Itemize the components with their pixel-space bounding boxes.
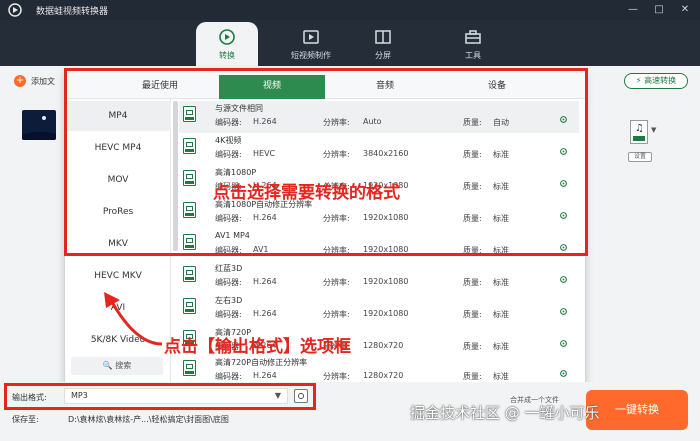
preset-row[interactable]: 左右3D 编码器: H.264 分辨率: 1920x1080 质量: 标准 — [179, 293, 579, 325]
target-format-icon[interactable]: ♫ — [630, 120, 648, 144]
convert-all-button[interactable]: 一键转换 — [586, 390, 688, 430]
annotation-box-output — [4, 383, 316, 410]
encoder-label: 编码器: — [215, 310, 242, 319]
3d-red-blue-icon — [183, 266, 196, 282]
tab-short-video[interactable]: 短视频制作 — [278, 22, 344, 66]
tab-tools[interactable]: 工具 — [446, 22, 500, 66]
app-logo-icon — [8, 3, 22, 17]
resolution-label: 分辨率: — [323, 310, 350, 319]
hill-shape — [22, 132, 56, 140]
fast-convert-label: 高速转换 — [644, 76, 677, 85]
toolbox-icon — [465, 30, 481, 44]
annotation-select-format: 点击选择需要转换的格式 — [213, 183, 400, 203]
close-icon[interactable]: ✕ — [678, 3, 692, 17]
music-note-icon: ♫ — [635, 123, 644, 134]
hd-720p-auto-icon — [183, 360, 196, 376]
video-thumbnail[interactable] — [22, 110, 56, 140]
gear-icon[interactable] — [559, 369, 568, 378]
save-to-label: 保存至: — [12, 415, 39, 424]
quality-label: 质量: — [463, 310, 482, 319]
tab-convert[interactable]: 转换 — [196, 22, 258, 66]
gear-icon[interactable] — [559, 307, 568, 316]
quality-value: 标准 — [493, 372, 509, 381]
preset-name: 高清720P自动修正分辨率 — [215, 358, 308, 367]
chevron-down-icon[interactable]: ▼ — [651, 126, 656, 134]
annotation-arrow-icon — [104, 292, 163, 346]
tab-split-screen-label: 分屏 — [375, 51, 391, 60]
encoder-value: H.264 — [253, 371, 277, 380]
preset-row[interactable]: 红蓝3D 编码器: H.264 分辨率: 1920x1080 质量: 标准 — [179, 261, 579, 293]
tab-tools-label: 工具 — [465, 51, 481, 60]
annotation-click-output: 点击【输出格式】选项框 — [164, 337, 351, 357]
convert-icon — [219, 29, 235, 45]
gear-icon[interactable] — [559, 275, 568, 284]
annotation-box-formats — [64, 68, 588, 256]
quality-label: 质量: — [463, 372, 482, 381]
quality-label: 质量: — [463, 278, 482, 287]
resolution-value: 1920x1080 — [363, 277, 409, 286]
app-title: 数据蛙视频转换器 — [36, 7, 109, 17]
encoder-label: 编码器: — [215, 372, 242, 381]
3d-left-right-icon — [183, 298, 196, 314]
top-nav: 转换 短视频制作 分屏 工具 — [0, 20, 700, 66]
resolution-label: 分辨率: — [323, 372, 350, 381]
preset-name: 左右3D — [215, 296, 243, 305]
search-label: 搜索 — [115, 361, 132, 370]
quality-value: 标准 — [493, 278, 509, 287]
format-tag — [633, 136, 645, 141]
format-search-button[interactable]: 🔍 搜索 — [71, 357, 163, 375]
gear-icon[interactable] — [559, 339, 568, 348]
fast-convert-toggle[interactable]: ⚡ 高速转换 — [624, 73, 688, 89]
title-bar: 数据蛙视频转换器 — □ ✕ — [0, 0, 700, 20]
add-file-button[interactable]: + 添加文 — [14, 75, 55, 87]
preset-name: 红蓝3D — [215, 264, 243, 273]
resolution-value: 1280x720 — [363, 341, 404, 350]
tab-short-video-label: 短视频制作 — [291, 51, 331, 60]
moon-shape — [42, 116, 46, 120]
resolution-value: 1280x720 — [363, 371, 404, 380]
video-make-icon — [303, 30, 319, 44]
restore-icon[interactable]: □ — [652, 3, 666, 17]
search-icon: 🔍 — [102, 361, 113, 370]
quality-label: 质量: — [463, 342, 482, 351]
split-screen-icon — [375, 30, 391, 44]
quality-value: 标准 — [493, 310, 509, 319]
tab-split-screen[interactable]: 分屏 — [356, 22, 410, 66]
lightning-icon: ⚡ — [635, 76, 642, 85]
resolution-value: 1920x1080 — [363, 309, 409, 318]
plus-icon: + — [14, 75, 26, 87]
encoder-label: 编码器: — [215, 278, 242, 287]
encoder-value: H.264 — [253, 309, 277, 318]
settings-button[interactable]: 设置 — [628, 152, 652, 162]
watermark: 掘金技术社区 @ 一罐小可乐 — [410, 404, 600, 422]
encoder-value: H.264 — [253, 277, 277, 286]
quality-value: 标准 — [493, 342, 509, 351]
minimize-icon[interactable]: — — [626, 3, 640, 17]
resolution-label: 分辨率: — [323, 278, 350, 287]
save-path[interactable]: D:\袁林炫\袁林炫-产...\轻松搞定\封面图\底图 — [68, 414, 229, 425]
add-file-label: 添加文 — [31, 76, 55, 86]
tab-convert-label: 转换 — [219, 51, 235, 60]
